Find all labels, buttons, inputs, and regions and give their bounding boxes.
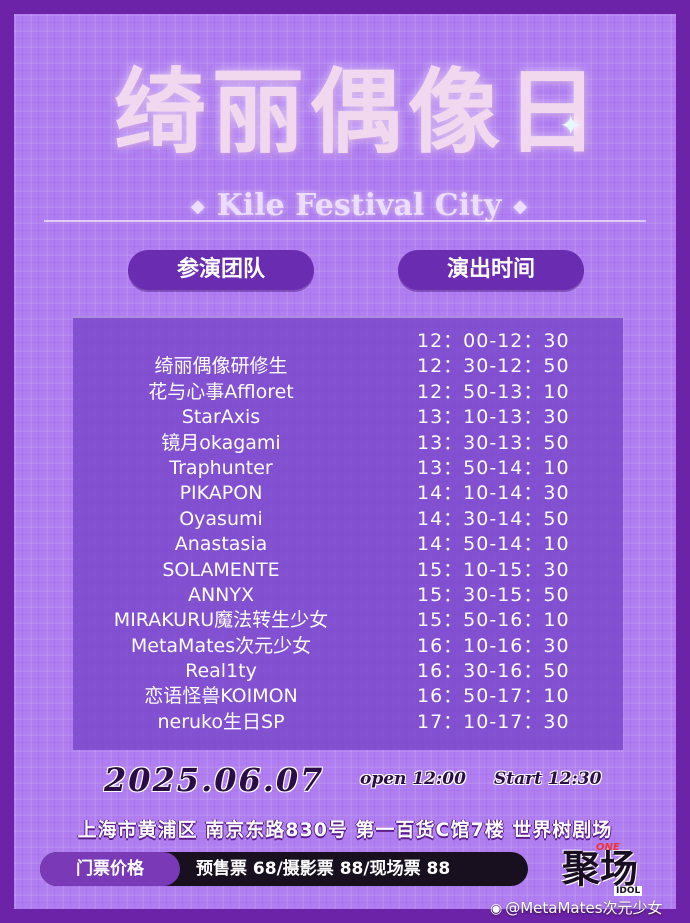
time-slot: 16：50-17：10 bbox=[417, 685, 570, 708]
schedule-row: 12：00-12：30 bbox=[73, 329, 623, 354]
time-slot: 12：00-12：30 bbox=[417, 330, 570, 352]
time-slot: 16：10-16：30 bbox=[417, 634, 570, 657]
watermark-text: @MetaMates次元少女 bbox=[505, 899, 663, 917]
schedule-row: PIKAPON 14：10-14：30 bbox=[73, 481, 623, 506]
subtitle-text: Kile Festival City bbox=[216, 188, 502, 223]
start-time: Start 12:30 bbox=[494, 769, 602, 789]
sparkle-icon: ✦ bbox=[559, 109, 583, 142]
time-slot: 13：30-13：50 bbox=[417, 431, 570, 454]
schedule-row: 镜月okagami 13：30-13：50 bbox=[73, 431, 623, 456]
team-name: 绮丽偶像研修生 bbox=[154, 355, 288, 378]
organizer-logo: 聚场 ONE IDOL bbox=[556, 838, 652, 900]
time-slot: 15：50-16：10 bbox=[417, 609, 570, 632]
team-name: Real1ty bbox=[185, 660, 257, 683]
team-name: MIRAKURU魔法转生少女 bbox=[113, 609, 329, 632]
weibo-icon: ◉ bbox=[490, 901, 503, 917]
team-name: PIKAPON bbox=[179, 482, 263, 505]
open-time: open 12:00 bbox=[360, 769, 466, 789]
header-team: 参演团队 bbox=[128, 250, 314, 290]
diamond-icon: ◆ bbox=[513, 196, 528, 217]
team-name: 花与心事Affloret bbox=[148, 380, 294, 403]
time-slot: 14：30-14：50 bbox=[417, 507, 570, 530]
schedule-row: MetaMates次元少女 16：10-16：30 bbox=[73, 634, 623, 659]
time-slot: 14：50-14：10 bbox=[417, 533, 570, 556]
schedule-row: MIRAKURU魔法转生少女 15：50-16：10 bbox=[73, 608, 623, 633]
team-name: Oyasumi bbox=[179, 507, 263, 530]
time-slot: 14：10-14：30 bbox=[417, 482, 570, 505]
schedule-row: neruko生日SP 17：10-17：30 bbox=[73, 710, 623, 735]
schedule-row: Traphunter 13：50-14：10 bbox=[73, 456, 623, 481]
schedule-row: StarAxis 13：10-13：30 bbox=[73, 405, 623, 430]
schedule-row: Real1ty 16：30-16：50 bbox=[73, 659, 623, 684]
schedule-row: SOLAMENTE 15：10-15：30 bbox=[73, 558, 623, 583]
time-slot: 16：30-16：50 bbox=[417, 660, 570, 683]
schedule-panel: 12：00-12：30 绮丽偶像研修生 12：30-12：50 花与心事Afflo… bbox=[73, 316, 623, 750]
schedule-row: ANNYX 15：30-15：50 bbox=[73, 583, 623, 608]
logo-one-text: ONE bbox=[596, 842, 620, 853]
team-name: MetaMates次元少女 bbox=[130, 634, 312, 657]
team-name: Anastasia bbox=[174, 533, 268, 556]
logo-idol-text: IDOL bbox=[614, 886, 643, 896]
team-name: ANNYX bbox=[187, 583, 255, 606]
schedule-row: 恋语怪兽KOIMON 16：50-17：10 bbox=[73, 684, 623, 709]
team-name: SOLAMENTE bbox=[162, 558, 280, 581]
header-time: 演出时间 bbox=[398, 250, 584, 290]
time-slot: 15：10-15：30 bbox=[417, 558, 570, 581]
team-name: 恋语怪兽KOIMON bbox=[144, 685, 298, 708]
event-date: 2025.06.07 bbox=[104, 761, 325, 799]
divider bbox=[44, 220, 646, 222]
time-slot: 12：30-12：50 bbox=[417, 355, 570, 378]
time-slot: 17：10-17：30 bbox=[417, 710, 570, 733]
schedule-rows: 12：00-12：30 绮丽偶像研修生 12：30-12：50 花与心事Afflo… bbox=[73, 329, 623, 735]
ticket-bar: 门票价格 预售票 68/摄影票 88/现场票 88 bbox=[40, 852, 528, 886]
schedule-row: 花与心事Affloret 12：50-13：10 bbox=[73, 380, 623, 405]
team-name: Traphunter bbox=[169, 456, 273, 479]
schedule-row: Anastasia 14：50-14：10 bbox=[73, 532, 623, 557]
team-name: StarAxis bbox=[181, 406, 261, 429]
time-slot: 15：30-15：50 bbox=[417, 583, 570, 606]
time-slot: 13：50-14：10 bbox=[417, 456, 570, 479]
diamond-icon: ◆ bbox=[190, 196, 205, 217]
poster-title: 绮丽偶像日 bbox=[113, 58, 604, 166]
time-slot: 12：50-13：10 bbox=[417, 380, 570, 403]
weibo-watermark: ◉ @MetaMates次元少女 bbox=[490, 896, 663, 920]
schedule-row: Oyasumi 14：30-14：50 bbox=[73, 507, 623, 532]
team-name: neruko生日SP bbox=[157, 710, 285, 733]
team-name: 镜月okagami bbox=[161, 431, 281, 454]
schedule-row: 绮丽偶像研修生 12：30-12：50 bbox=[73, 354, 623, 379]
ticket-prices: 预售票 68/摄影票 88/现场票 88 bbox=[196, 859, 451, 879]
time-slot: 13：10-13：30 bbox=[417, 406, 570, 429]
ticket-label: 门票价格 bbox=[40, 852, 180, 886]
